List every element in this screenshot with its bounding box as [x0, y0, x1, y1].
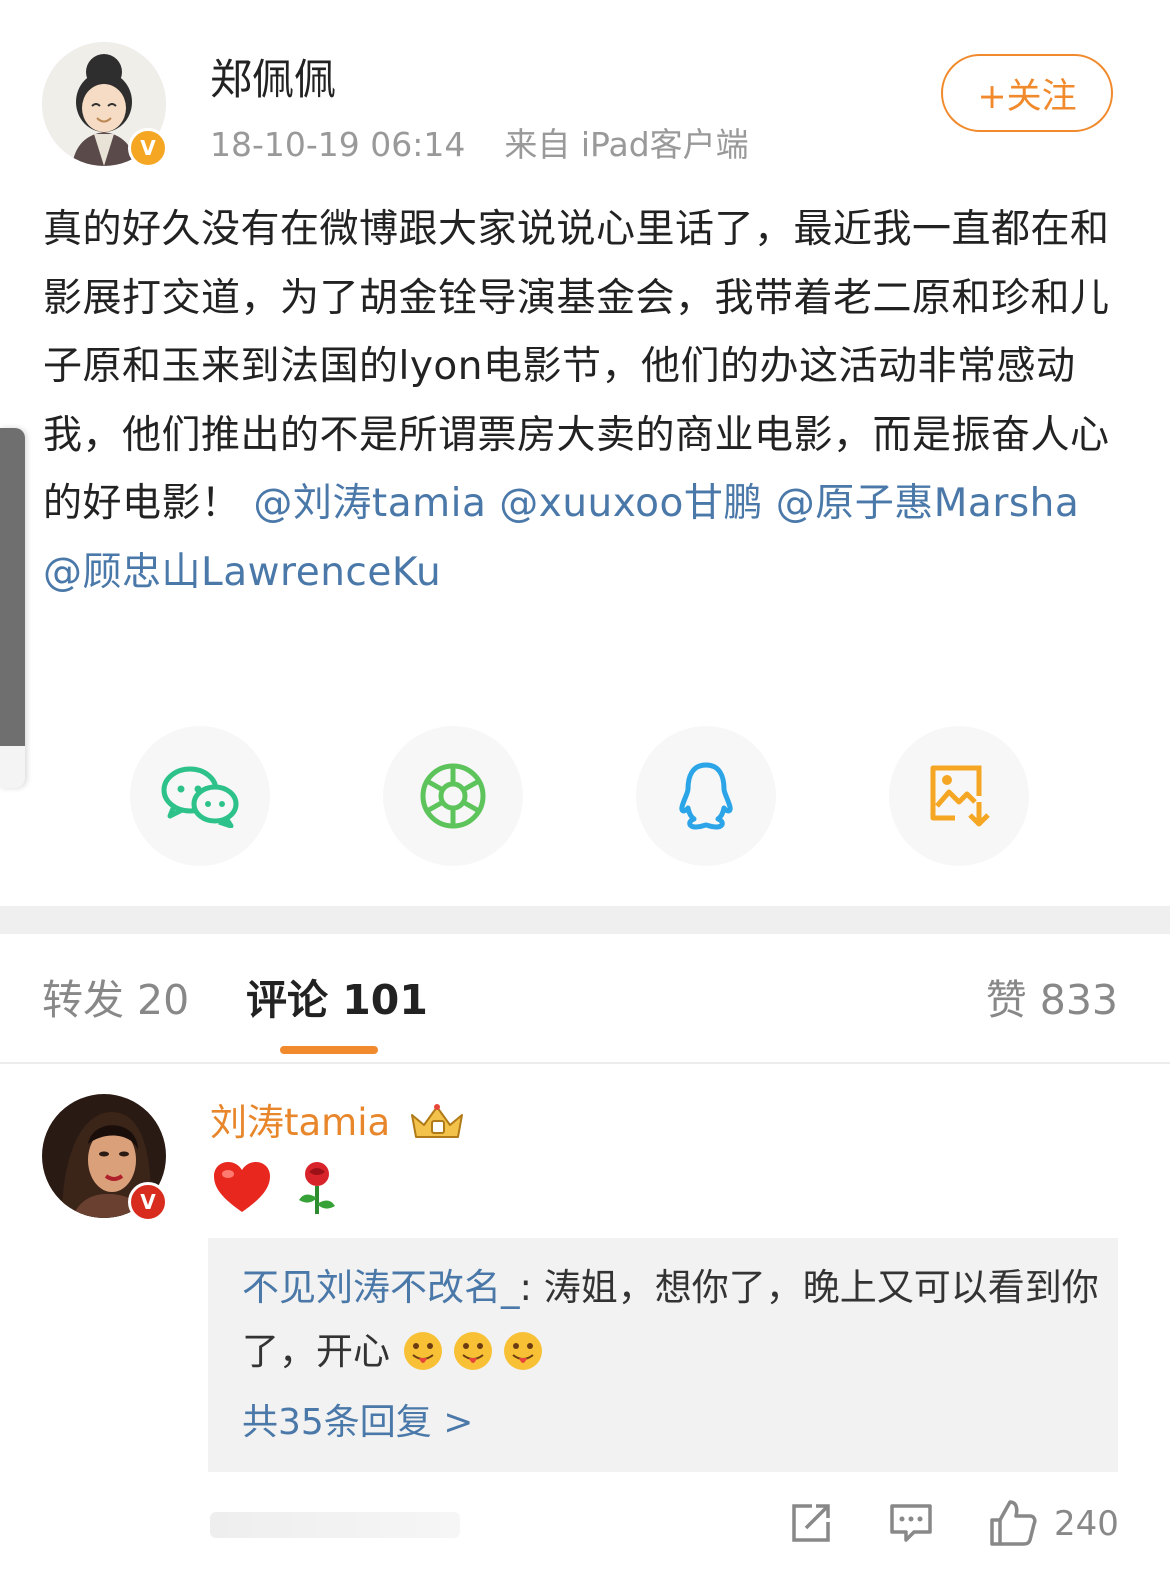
- reply-preview[interactable]: 不见刘涛不改名_: 涛姐，想你了，晚上又可以看到你了，开心: [242, 1256, 1102, 1384]
- post-meta: 18-10-19 06:14 来自 iPad客户端: [210, 120, 749, 170]
- tab-likes-label: 赞: [985, 976, 1027, 1024]
- qq-icon: [679, 762, 733, 830]
- post-body: 真的好久没有在微博跟大家说说心里话了，最近我一直都在和影展打交道，为了胡金铨导演…: [43, 196, 1125, 607]
- post-source: 来自 iPad客户端: [504, 125, 749, 164]
- tab-comments-label: 评论: [246, 976, 328, 1024]
- tab-repost-count: 20: [137, 976, 190, 1024]
- mention-link[interactable]: @原子惠Marsha: [776, 481, 1080, 526]
- repost-icon[interactable]: [788, 1500, 834, 1546]
- blurred-timestamp: [210, 1512, 460, 1538]
- tab-bottom-border: [0, 1062, 1170, 1064]
- tab-likes[interactable]: 赞 833: [986, 970, 1118, 1030]
- reply-separator: :: [519, 1266, 532, 1309]
- tab-likes-count: 833: [1039, 976, 1118, 1024]
- tongue-emoji: [503, 1332, 542, 1370]
- comment-like-count: 240: [1054, 1504, 1119, 1544]
- share-qq-button[interactable]: [636, 726, 776, 866]
- mention-link[interactable]: @xuuxoo甘鹏: [499, 481, 763, 526]
- tab-comments-count: 101: [342, 976, 428, 1024]
- tab-repost-label: 转发: [42, 976, 124, 1024]
- tongue-emoji: [403, 1332, 442, 1370]
- view-replies-link[interactable]: 共35条回复 >: [242, 1396, 473, 1450]
- wechat-icon: [161, 766, 239, 828]
- post-text: 真的好久没有在微博跟大家说说心里话了，最近我一直都在和影展打交道，为了胡金铨导演…: [43, 207, 1110, 526]
- tongue-emoji: [453, 1332, 492, 1370]
- share-wechat-button[interactable]: [130, 726, 270, 866]
- reply-username[interactable]: 不见刘涛不改名_: [242, 1266, 520, 1309]
- scroll-thumb[interactable]: [0, 428, 25, 746]
- follow-button[interactable]: +关注: [941, 54, 1113, 132]
- commenter-name-row[interactable]: 刘涛tamia: [210, 1096, 466, 1150]
- comment-icon[interactable]: [888, 1500, 934, 1546]
- moments-icon: [420, 763, 486, 829]
- share-moments-button[interactable]: [383, 726, 523, 866]
- rose-emoji: [299, 1162, 336, 1214]
- active-tab-indicator: [280, 1046, 378, 1054]
- commenter-name[interactable]: 刘涛tamia: [210, 1101, 390, 1144]
- crown-badge-icon: [410, 1104, 463, 1138]
- author-name[interactable]: 郑佩佩: [210, 50, 336, 110]
- verified-badge-icon: V: [128, 1182, 168, 1222]
- scroll-indicator[interactable]: [0, 428, 25, 788]
- mention-link[interactable]: @刘涛tamia: [253, 481, 486, 526]
- tab-comments[interactable]: 评论 101: [246, 970, 428, 1030]
- save-image-button[interactable]: [889, 726, 1029, 866]
- tab-repost[interactable]: 转发 20: [42, 970, 189, 1030]
- like-icon[interactable]: [988, 1498, 1038, 1548]
- post-timestamp: 18-10-19 06:14: [210, 125, 466, 164]
- save-image-icon: [930, 765, 990, 827]
- section-divider: [0, 906, 1170, 934]
- mention-link[interactable]: @顾忠山LawrenceKu: [43, 550, 441, 595]
- verified-badge-icon: V: [128, 128, 168, 168]
- heart-emoji: [214, 1162, 270, 1212]
- comment-emojis: [212, 1160, 343, 1220]
